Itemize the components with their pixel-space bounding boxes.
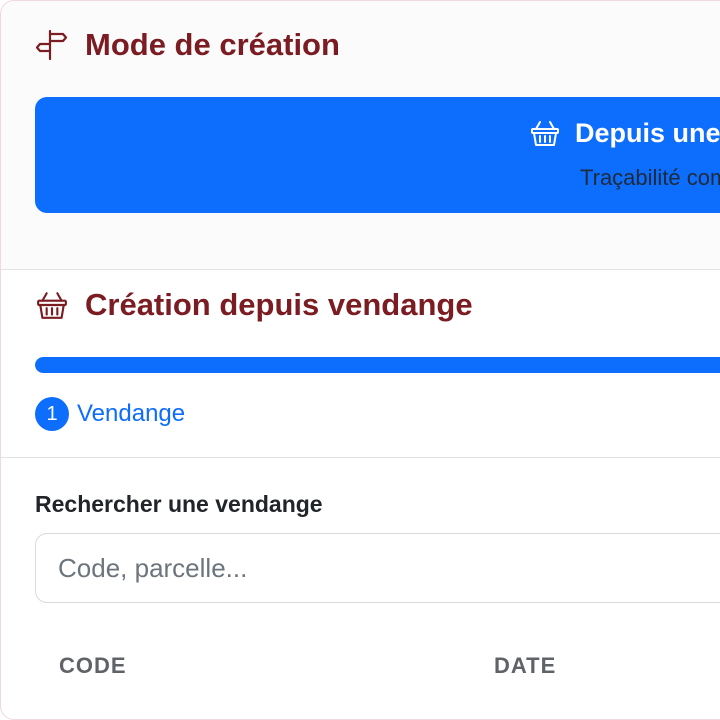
creation-section-title: Création depuis vendange — [35, 287, 473, 323]
section-divider — [1, 457, 720, 458]
basket-icon — [529, 117, 561, 149]
mode-option-title: Depuis une vendange — [529, 117, 720, 149]
step-label: Vendange — [77, 400, 186, 427]
table-header-code[interactable]: CODE — [59, 653, 127, 679]
basket-icon — [35, 288, 69, 322]
creation-section-title-text: Création depuis vendange — [85, 287, 473, 322]
mode-option-vendange-button[interactable]: Depuis une vendange Traçabilité complète — [35, 97, 720, 213]
mode-section: Mode de création Depuis une vendange — [1, 1, 720, 270]
search-vendange-input[interactable] — [35, 533, 720, 603]
progress-fill — [35, 357, 720, 373]
step-number: 1 — [35, 397, 69, 431]
mode-section-title: Mode de création — [35, 27, 340, 63]
table-header-date[interactable]: DATE — [494, 653, 556, 679]
mode-option-subtitle: Traçabilité complète — [580, 165, 720, 190]
step-indicator: 1 Vendange — [35, 397, 185, 431]
mode-option-title-text: Depuis une vendange — [575, 117, 720, 148]
creation-card: Mode de création Depuis une vendange — [0, 0, 720, 720]
search-label: Rechercher une vendange — [35, 491, 323, 517]
mode-section-title-text: Mode de création — [85, 27, 340, 62]
signpost-icon — [35, 28, 69, 62]
creation-progress-bar — [35, 357, 720, 373]
